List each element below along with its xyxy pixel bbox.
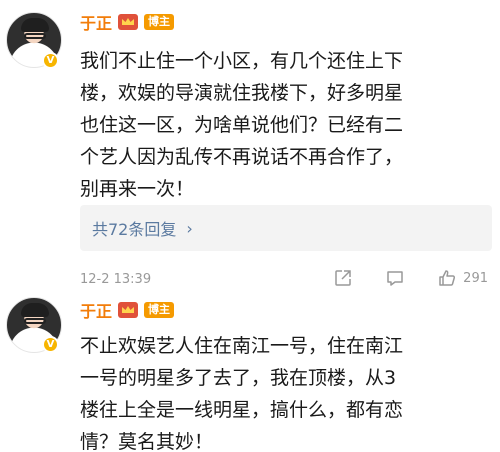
replies-box[interactable]: 共72条回复 › bbox=[80, 205, 492, 251]
name-row: 于正 博主 bbox=[80, 298, 175, 322]
comment-content: 不止欢娱艺人住在南江一号，住在南江 一号的明星多了去了，我在顶楼，从3 楼往上全… bbox=[80, 330, 485, 452]
view-replies-link[interactable]: 共72条回复 bbox=[92, 216, 176, 240]
avatar-hair bbox=[21, 303, 49, 317]
comment-content: 我们不止住一个小区，有几个还住上下 楼，欢娱的导演就住我楼下，好多明星 也住这一… bbox=[80, 45, 485, 205]
like-button[interactable]: 291 bbox=[437, 268, 488, 288]
content-line: 一号的明星多了去了，我在顶楼，从3 bbox=[80, 367, 397, 389]
content-line: 个艺人因为乱传不再说话不再合作了， bbox=[80, 146, 404, 168]
username[interactable]: 于正 bbox=[80, 10, 112, 34]
verified-badge-icon: V bbox=[42, 52, 59, 69]
crown-icon bbox=[118, 302, 139, 318]
avatar-glasses bbox=[24, 33, 46, 39]
host-badge: 博主 bbox=[144, 302, 175, 318]
comment-icon[interactable] bbox=[385, 268, 405, 288]
action-bar: 291 bbox=[333, 268, 488, 288]
content-line: 情？莫名其妙！ bbox=[80, 431, 214, 452]
avatar-hair bbox=[21, 18, 49, 32]
content-line: 楼，欢娱的导演就住我楼下，好多明星 bbox=[80, 82, 404, 104]
share-icon[interactable] bbox=[333, 268, 353, 288]
content-line: 别再来一次！ bbox=[80, 178, 195, 200]
chevron-right-icon: › bbox=[186, 218, 193, 238]
username[interactable]: 于正 bbox=[80, 298, 112, 322]
verified-badge-icon: V bbox=[42, 336, 59, 353]
like-count: 291 bbox=[463, 270, 488, 286]
avatar-glasses bbox=[24, 318, 46, 324]
content-line: 我们不止住一个小区，有几个还住上下 bbox=[80, 50, 404, 72]
content-line: 也住这一区，为啥单说他们？已经有二 bbox=[80, 114, 404, 136]
content-line: 楼往上全是一线明星，搞什么，都有恋 bbox=[80, 399, 404, 421]
thumbs-up-icon bbox=[439, 270, 456, 286]
meta-row: 12-2 13:39 291 bbox=[80, 268, 492, 290]
timestamp: 12-2 13:39 bbox=[80, 271, 152, 287]
crown-icon bbox=[118, 14, 139, 30]
name-row: 于正 博主 bbox=[80, 10, 175, 34]
content-line: 不止欢娱艺人住在南江一号，住在南江 bbox=[80, 335, 404, 357]
host-badge: 博主 bbox=[144, 14, 175, 30]
